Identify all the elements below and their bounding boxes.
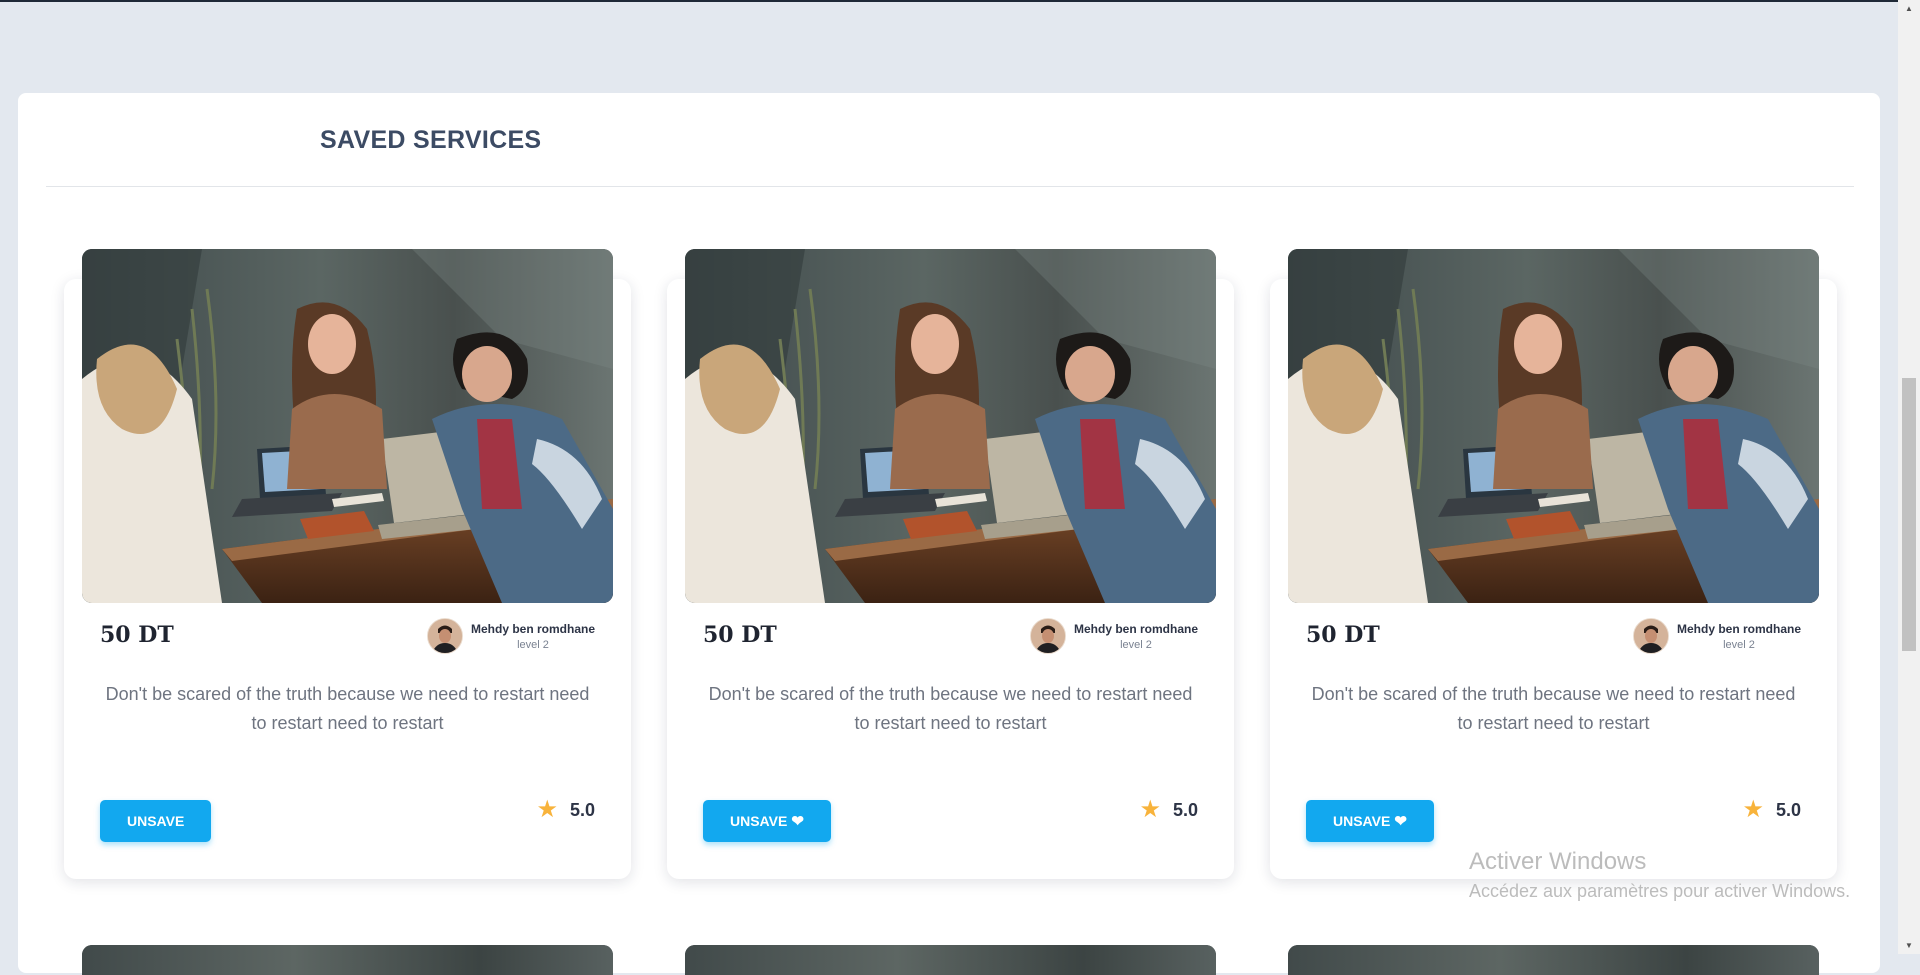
seller-name[interactable]: Mehdy ben romdhane — [1677, 622, 1801, 636]
service-price: 50 DT — [100, 622, 174, 648]
avatar[interactable] — [1632, 618, 1669, 654]
rating: ★ 5.0 — [1742, 798, 1801, 822]
service-description: Don't be scared of the truth because we … — [708, 684, 1193, 733]
scroll-down-arrow-icon[interactable]: ▼ — [1898, 937, 1920, 954]
service-image[interactable] — [685, 945, 1216, 975]
service-description: Don't be scared of the truth because we … — [105, 684, 590, 733]
avatar[interactable] — [1029, 618, 1066, 654]
service-card[interactable]: 50 DT Mehdy ben romdhane level 2 Don't b… — [1270, 249, 1837, 879]
service-image[interactable] — [685, 249, 1216, 603]
rating: ★ 5.0 — [536, 798, 595, 822]
seller-level: level 2 — [517, 638, 549, 651]
watermark-subtitle: Accédez aux paramètres pour activer Wind… — [1469, 881, 1851, 901]
rating-value: 5.0 — [1775, 799, 1801, 820]
service-description: Don't be scared of the truth because we … — [1311, 684, 1796, 733]
scroll-up-arrow-icon[interactable]: ▲ — [1898, 0, 1920, 17]
unsave-button[interactable]: UNSAVE ❤ — [703, 800, 831, 842]
unsave-button[interactable]: UNSAVE ❤ — [1306, 800, 1434, 842]
service-price: 50 DT — [703, 622, 777, 648]
star-icon: ★ — [1742, 796, 1764, 823]
seller-info[interactable]: Mehdy ben romdhane level 2 — [1029, 616, 1198, 656]
window-top-border — [0, 0, 1898, 2]
watermark-title: Activer Windows — [1469, 848, 1647, 875]
seller-info[interactable]: Mehdy ben romdhane level 2 — [426, 616, 595, 656]
unsave-button[interactable]: UNSAVE — [100, 800, 212, 842]
scroll-thumb[interactable] — [1902, 378, 1916, 651]
star-icon: ★ — [536, 796, 558, 823]
service-card[interactable]: 50 DT Mehdy ben romdhane level 2 Don't b… — [667, 249, 1234, 879]
heart-icon: ❤ — [1394, 812, 1407, 830]
windows-activation-watermark: Activer Windows Accédez aux paramètres p… — [1469, 848, 1889, 902]
vertical-scrollbar[interactable]: ▲ ▼ — [1898, 0, 1920, 954]
service-image[interactable] — [82, 945, 613, 975]
unsave-label: UNSAVE — [127, 813, 185, 829]
service-image[interactable] — [82, 249, 613, 603]
service-price: 50 DT — [1306, 622, 1380, 648]
rating-value: 5.0 — [569, 799, 595, 820]
seller-name[interactable]: Mehdy ben romdhane — [1074, 622, 1198, 636]
unsave-label: UNSAVE — [730, 813, 788, 829]
service-image[interactable] — [1288, 945, 1819, 975]
seller-name[interactable]: Mehdy ben romdhane — [471, 622, 595, 636]
seller-level: level 2 — [1120, 638, 1152, 651]
unsave-label: UNSAVE — [1333, 813, 1391, 829]
star-icon: ★ — [1139, 796, 1161, 823]
seller-level: level 2 — [1723, 638, 1755, 651]
avatar[interactable] — [426, 618, 463, 654]
rating: ★ 5.0 — [1139, 798, 1198, 822]
service-image[interactable] — [1288, 249, 1819, 603]
rating-value: 5.0 — [1172, 799, 1198, 820]
service-card[interactable]: 50 DT Mehdy ben romdhane level 2 Don't b… — [64, 249, 631, 879]
saved-services-panel: SAVED SERVICES 50 DT Mehdy ben romdhane … — [18, 93, 1880, 975]
services-grid: 50 DT Mehdy ben romdhane level 2 Don't b… — [18, 93, 1880, 973]
heart-icon: ❤ — [791, 812, 804, 830]
seller-info[interactable]: Mehdy ben romdhane level 2 — [1632, 616, 1801, 656]
